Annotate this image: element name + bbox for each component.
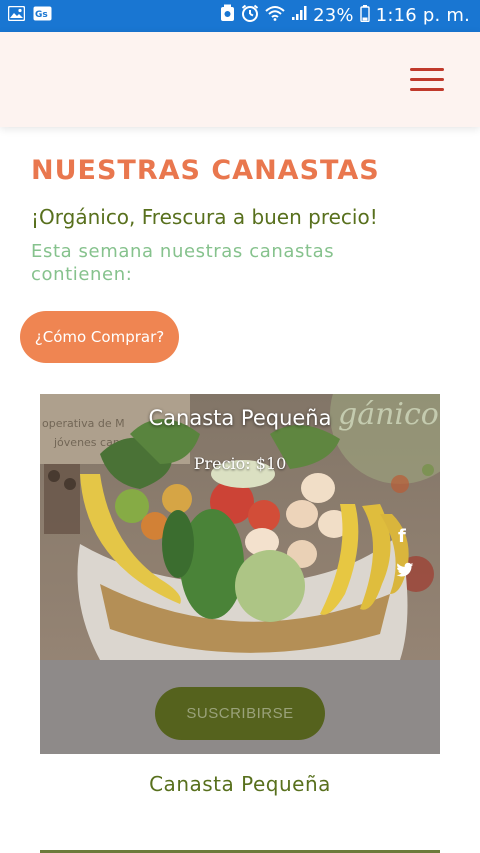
status-left: Gs: [7, 5, 52, 26]
hamburger-icon[interactable]: [410, 68, 446, 94]
product-card[interactable]: operativa de M jóvenes can gánico Canast…: [40, 394, 440, 754]
battery-percent: 23%: [313, 5, 354, 26]
battery-icon: [360, 4, 370, 27]
product-name[interactable]: Canasta Pequeña: [40, 772, 440, 796]
twitter-icon[interactable]: [396, 562, 414, 578]
subtitle: ¡Orgánico, Frescura a buen precio!: [31, 205, 378, 229]
status-right: 23% 1:16 p. m.: [220, 4, 470, 27]
page-title: NUESTRAS CANASTAS: [31, 155, 380, 186]
product-image: operativa de M jóvenes can gánico: [40, 394, 440, 660]
alarm-icon: [241, 4, 259, 27]
subscribe-button[interactable]: SUSCRIBIRSE: [155, 687, 325, 740]
card-price: Precio: $10: [193, 454, 287, 473]
basket-contents-text: Esta semana nuestras canastas contienen:: [31, 241, 335, 285]
facebook-icon[interactable]: f: [398, 526, 406, 547]
image-icon: [7, 5, 26, 26]
site-header: [0, 32, 480, 127]
card-title: Canasta Pequeña: [148, 406, 332, 430]
signal-icon: [291, 5, 307, 26]
svg-text:Gs: Gs: [35, 10, 48, 20]
translate-icon: Gs: [33, 6, 52, 26]
nfc-icon: [220, 4, 235, 27]
how-to-buy-button[interactable]: ¿Cómo Comprar?: [20, 311, 179, 363]
wifi-icon: [265, 5, 285, 26]
status-bar: Gs 23% 1:16 p. m.: [0, 0, 480, 32]
clock: 1:16 p. m.: [375, 5, 470, 26]
